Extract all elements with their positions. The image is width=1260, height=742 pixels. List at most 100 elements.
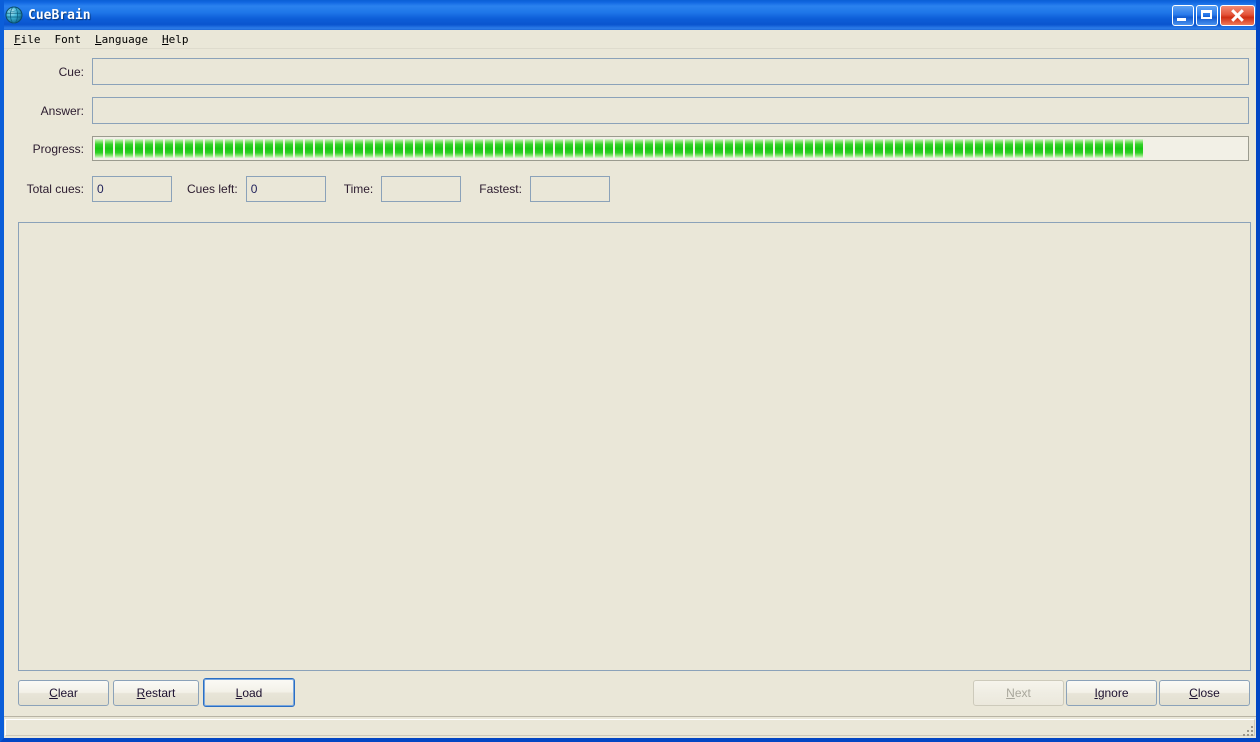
progress-segment — [735, 139, 743, 158]
progress-segment — [1055, 139, 1063, 158]
close-bottom-button[interactable]: Close — [1159, 680, 1250, 706]
progress-segment — [1045, 139, 1053, 158]
progress-segment — [595, 139, 603, 158]
progress-segment — [455, 139, 463, 158]
progress-segment — [815, 139, 823, 158]
progress-segment — [585, 139, 593, 158]
total-cues-input[interactable] — [92, 176, 172, 202]
close-button[interactable] — [1220, 4, 1255, 26]
answer-input[interactable] — [92, 97, 1249, 124]
progress-segment — [675, 139, 683, 158]
progress-segment — [795, 139, 803, 158]
progress-segment — [265, 139, 273, 158]
progress-segment — [385, 139, 393, 158]
clear-button-mnemonic: C — [49, 686, 58, 700]
menu-rest-help: elp — [168, 32, 189, 46]
progress-bar — [92, 136, 1249, 161]
progress-segment — [1035, 139, 1043, 158]
next-button: Next — [973, 680, 1064, 706]
resize-grip-icon[interactable] — [1239, 722, 1253, 736]
progress-segment — [835, 139, 843, 158]
fastest-input[interactable] — [529, 176, 610, 202]
progress-segment — [705, 139, 713, 158]
load-button[interactable]: Load — [203, 678, 295, 707]
progress-segment — [225, 139, 233, 158]
progress-segment — [315, 139, 323, 158]
progress-bar-fill — [95, 139, 1143, 158]
menu-item-language[interactable]: Language — [91, 32, 154, 47]
progress-segment — [955, 139, 963, 158]
progress-segment — [765, 139, 773, 158]
restart-button[interactable]: Restart — [113, 680, 199, 706]
progress-segment — [755, 139, 763, 158]
cue-input[interactable] — [92, 58, 1249, 85]
progress-label: Progress: — [32, 141, 84, 156]
title-bar[interactable]: CueBrain — [0, 0, 1260, 30]
progress-segment — [995, 139, 1003, 158]
clear-button[interactable]: Clear — [18, 680, 109, 706]
progress-segment — [875, 139, 883, 158]
progress-segment — [1085, 139, 1093, 158]
menu-item-file[interactable]: File — [10, 32, 47, 47]
maximize-button[interactable] — [1196, 4, 1218, 26]
progress-segment — [1105, 139, 1113, 158]
progress-segment — [335, 139, 343, 158]
progress-segment — [475, 139, 483, 158]
progress-segment — [865, 139, 873, 158]
content-panel[interactable] — [18, 222, 1251, 671]
menu-rest-file: ile — [20, 32, 41, 46]
answer-label: Answer: — [40, 103, 84, 118]
progress-segment — [495, 139, 503, 158]
menu-item-help[interactable]: Help — [158, 32, 195, 47]
progress-segment — [565, 139, 573, 158]
answer-row: Answer: — [4, 97, 1256, 124]
menu-item-font[interactable]: Font — [51, 32, 88, 47]
progress-segment — [555, 139, 563, 158]
progress-segment — [165, 139, 173, 158]
progress-segment — [905, 139, 913, 158]
ignore-button[interactable]: Ignore — [1066, 680, 1157, 706]
window-title: CueBrain — [28, 7, 91, 23]
progress-segment — [445, 139, 453, 158]
progress-segment — [405, 139, 413, 158]
restart-button-mnemonic: R — [136, 686, 146, 700]
progress-row: Progress: — [4, 136, 1256, 161]
progress-segment — [535, 139, 543, 158]
progress-segment — [985, 139, 993, 158]
time-input[interactable] — [381, 176, 462, 202]
progress-segment — [1005, 139, 1013, 158]
stats-row: Total cues: Cues left: Time: Fastest: — [4, 176, 1256, 202]
progress-segment — [625, 139, 633, 158]
progress-segment — [95, 139, 103, 158]
menu-mnemonic-help: H — [161, 32, 169, 46]
progress-segment — [365, 139, 373, 158]
progress-segment — [945, 139, 953, 158]
progress-segment — [1025, 139, 1033, 158]
progress-segment — [155, 139, 163, 158]
progress-segment — [345, 139, 353, 158]
progress-segment — [255, 139, 263, 158]
progress-segment — [105, 139, 113, 158]
progress-segment — [825, 139, 833, 158]
total-cues-label: Total cues: — [26, 182, 84, 196]
ignore-button-rest: gnore — [1097, 686, 1129, 700]
progress-segment — [775, 139, 783, 158]
progress-segment — [505, 139, 513, 158]
load-button-mnemonic: L — [235, 685, 243, 700]
progress-segment — [285, 139, 293, 158]
progress-segment — [805, 139, 813, 158]
cues-left-input[interactable] — [245, 176, 326, 202]
progress-segment — [125, 139, 133, 158]
window-controls — [1172, 4, 1258, 26]
progress-segment — [715, 139, 723, 158]
next-button-rest: ext — [1014, 686, 1031, 700]
progress-segment — [205, 139, 213, 158]
progress-segment — [245, 139, 253, 158]
progress-segment — [465, 139, 473, 158]
progress-segment — [845, 139, 853, 158]
progress-segment — [665, 139, 673, 158]
progress-segment — [605, 139, 613, 158]
minimize-button[interactable] — [1172, 4, 1194, 26]
progress-segment — [515, 139, 523, 158]
progress-segment — [235, 139, 243, 158]
